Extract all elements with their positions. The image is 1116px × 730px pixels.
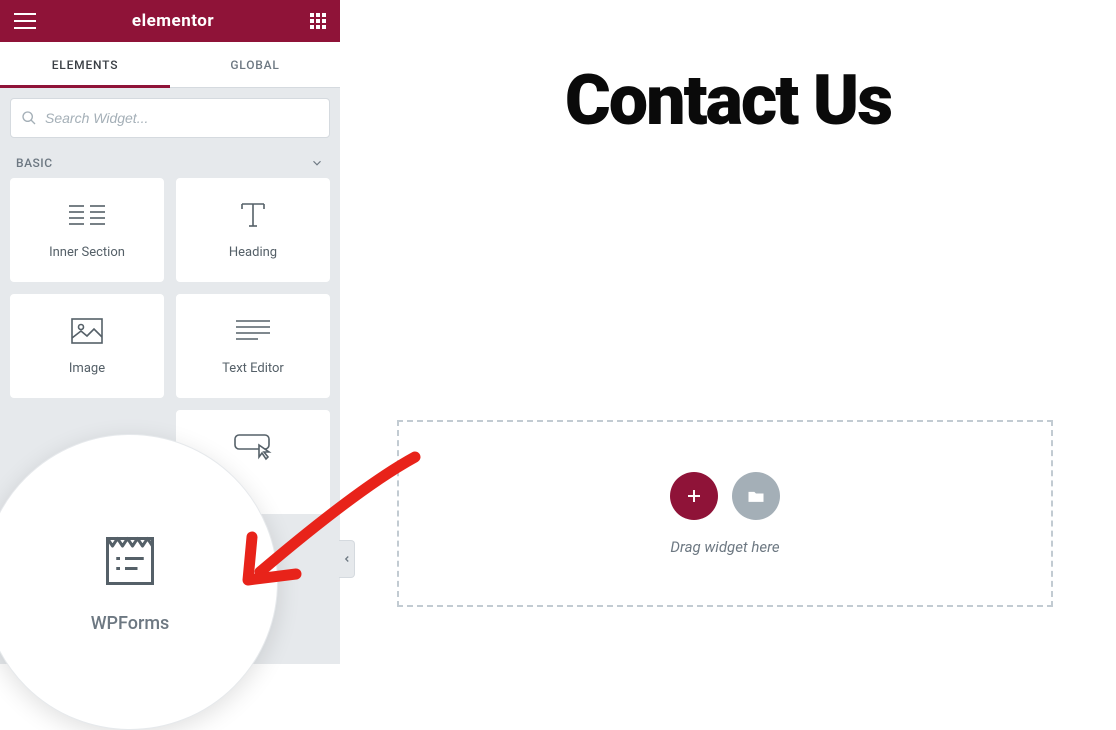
tab-elements[interactable]: ELEMENTS bbox=[0, 42, 170, 87]
widget-label: Inner Section bbox=[49, 245, 125, 260]
section-basic-label: BASIC bbox=[16, 156, 53, 170]
template-library-button[interactable] bbox=[732, 472, 780, 520]
brand-logo: elementor bbox=[132, 11, 214, 31]
tab-global[interactable]: GLOBAL bbox=[170, 42, 340, 87]
drop-zone-buttons bbox=[670, 472, 780, 520]
collapse-panel-button[interactable] bbox=[339, 540, 355, 578]
add-section-button[interactable] bbox=[670, 472, 718, 520]
chevron-left-icon bbox=[342, 553, 352, 565]
drop-zone[interactable]: Drag widget here bbox=[397, 420, 1053, 607]
widget-inner-section[interactable]: Inner Section bbox=[10, 178, 164, 282]
page-title: Contact Us bbox=[340, 60, 1116, 142]
text-type-icon bbox=[238, 201, 268, 229]
button-click-icon bbox=[233, 433, 273, 461]
panel-header: elementor bbox=[0, 0, 340, 42]
widget-text-editor[interactable]: Text Editor bbox=[176, 294, 330, 398]
widget-label: Text Editor bbox=[222, 361, 284, 376]
widget-image[interactable]: Image bbox=[10, 294, 164, 398]
search-input[interactable] bbox=[45, 110, 319, 126]
search-wrap bbox=[0, 88, 340, 148]
apps-icon[interactable] bbox=[310, 13, 326, 29]
image-icon bbox=[71, 317, 103, 345]
form-icon bbox=[100, 531, 160, 591]
search-icon bbox=[21, 110, 37, 126]
widget-label: Image bbox=[69, 361, 105, 376]
sidebar-panel: elementor ELEMENTS GLOBAL BASIC bbox=[0, 0, 340, 664]
widget-label: WPForms bbox=[91, 613, 170, 634]
widget-label: Heading bbox=[229, 245, 277, 260]
folder-icon bbox=[746, 486, 766, 506]
widget-wpforms-highlight[interactable]: WPForms bbox=[0, 434, 278, 730]
panel-tabs: ELEMENTS GLOBAL bbox=[0, 42, 340, 88]
menu-icon[interactable] bbox=[14, 13, 36, 29]
drop-zone-text: Drag widget here bbox=[670, 538, 779, 556]
plus-icon bbox=[685, 487, 703, 505]
search-box bbox=[10, 98, 330, 138]
section-basic-header[interactable]: BASIC bbox=[0, 148, 340, 178]
widget-heading[interactable]: Heading bbox=[176, 178, 330, 282]
paragraph-icon bbox=[236, 317, 270, 345]
chevron-down-icon bbox=[310, 156, 324, 170]
columns-icon bbox=[69, 201, 105, 229]
